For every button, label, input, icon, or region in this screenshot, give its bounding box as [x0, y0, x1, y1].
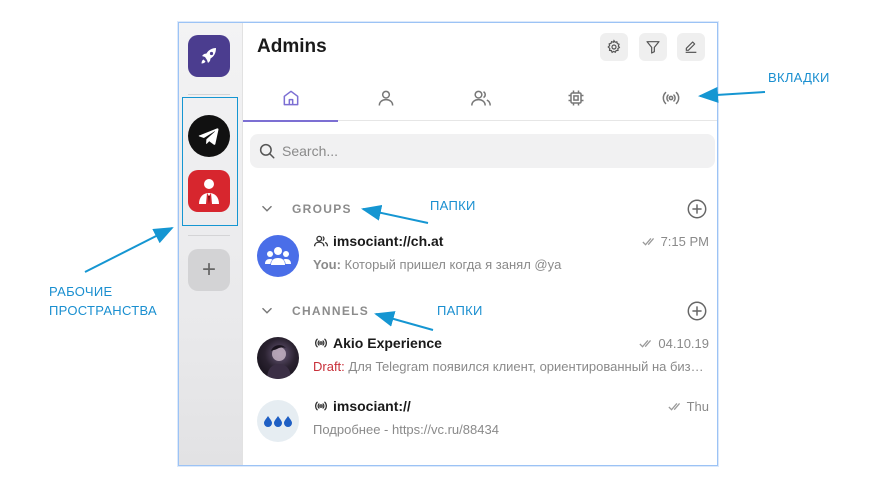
gear-icon — [607, 39, 621, 54]
users-icon — [313, 235, 329, 247]
chat-item[interactable]: imsociant://ch.at 7:15 PM You: Который п… — [243, 225, 717, 287]
preview-text: Который пришел когда я занял @ya — [340, 257, 562, 272]
app-window: + Admins Search... GROUPS imsociant://ch… — [178, 22, 718, 466]
folder-name: GROUPS — [292, 202, 352, 216]
chat-preview: Draft: Для Telegram появился клиент, ори… — [313, 359, 709, 374]
group-avatar-icon — [265, 247, 291, 265]
chat-title: imsociant://ch.at — [313, 233, 443, 249]
user-icon — [378, 90, 393, 106]
avatar — [257, 337, 299, 379]
tab-channel[interactable] — [623, 75, 717, 121]
double-check-icon — [639, 339, 652, 348]
folder-groups[interactable]: GROUPS — [243, 194, 717, 224]
chat-time: 7:15 PM — [642, 234, 709, 249]
chat-name: imsociant:// — [333, 398, 411, 414]
sender-prefix: You: — [313, 257, 341, 272]
timestamp: Thu — [686, 399, 709, 414]
broadcast-icon — [315, 338, 327, 348]
compose-button[interactable] — [677, 33, 705, 61]
annotation-folders: ПАПКИ — [437, 303, 483, 318]
chat-name: Akio Experience — [333, 335, 442, 351]
drops-logo-icon — [264, 416, 292, 427]
edit-icon — [685, 41, 697, 53]
folder-name: CHANNELS — [292, 304, 370, 318]
annotation-workspaces-line1: РАБОЧИЕ — [49, 284, 113, 299]
avatar — [257, 400, 299, 442]
portrait-avatar-image — [267, 345, 291, 379]
filter-icon — [646, 41, 660, 54]
tab-bot[interactable] — [528, 75, 623, 121]
chat-time: 04.10.19 — [639, 336, 709, 351]
search-icon — [259, 143, 275, 159]
draft-label: Draft: — [313, 359, 345, 374]
chat-title: Akio Experience — [313, 335, 442, 351]
settings-button[interactable] — [600, 33, 628, 61]
timestamp: 7:15 PM — [660, 234, 709, 249]
chat-preview: You: Который пришел когда я занял @ya — [313, 257, 709, 272]
tab-home[interactable] — [243, 75, 338, 122]
page-title: Admins — [257, 36, 327, 57]
red-workspace-icon[interactable] — [188, 170, 230, 212]
home-icon — [283, 90, 298, 106]
timestamp: 04.10.19 — [658, 336, 709, 351]
filter-button[interactable] — [639, 33, 667, 61]
users-icon — [470, 90, 491, 106]
chevron-down-icon[interactable] — [260, 202, 274, 216]
chat-time: Thu — [668, 399, 709, 414]
double-check-icon — [642, 237, 654, 246]
chevron-down-icon[interactable] — [260, 304, 274, 318]
chat-title: imsociant:// — [313, 398, 411, 414]
add-circle-icon[interactable] — [686, 198, 708, 220]
chat-item[interactable]: Akio Experience 04.10.19 Draft: Для Tele… — [243, 327, 717, 389]
tab-group[interactable] — [433, 75, 528, 121]
rail-divider — [188, 94, 230, 95]
workspace-rail: + — [179, 23, 243, 465]
search-bar[interactable] — [250, 134, 715, 168]
double-check-icon — [668, 402, 680, 411]
chat-item[interactable]: imsociant:// Thu Подробнее - https://vc.… — [243, 390, 717, 452]
main-panel: Admins Search... GROUPS imsociant://ch.a… — [243, 23, 717, 465]
annotation-workspaces-line2: ПРОСТРАНСТВА — [49, 303, 158, 318]
broadcast-icon — [315, 401, 327, 411]
tab-person[interactable] — [338, 75, 433, 121]
telegram-workspace-icon[interactable] — [188, 115, 230, 157]
avatar — [257, 235, 299, 277]
search-input[interactable] — [282, 143, 682, 159]
add-circle-icon[interactable] — [686, 300, 708, 322]
chat-name: imsociant://ch.at — [333, 233, 444, 249]
broadcast-icon — [662, 91, 679, 105]
preview-text: Подробнее - https://vc.ru/88434 — [313, 422, 499, 437]
preview-text: Для Telegram появился клиент, ориентиров… — [344, 359, 709, 374]
rocket-app-icon[interactable] — [188, 35, 230, 77]
annotation-tabs: ВКЛАДКИ — [768, 70, 830, 85]
rail-divider — [188, 235, 230, 236]
chip-icon — [568, 90, 583, 106]
chat-preview: Подробнее - https://vc.ru/88434 — [313, 422, 709, 437]
tab-bar — [243, 75, 717, 122]
annotation-folders: ПАПКИ — [430, 198, 476, 213]
add-workspace-button[interactable]: + — [188, 249, 230, 291]
